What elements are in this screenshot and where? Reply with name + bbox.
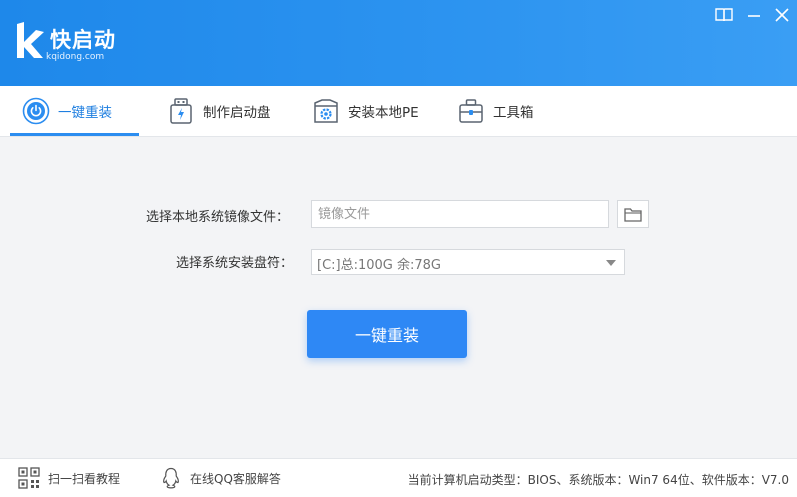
status-bar: 扫一扫看教程 在线QQ客服解答 当前计算机启动类型：BIOS、系统版本：Win7… (0, 458, 797, 497)
app-logo: 快启动 kqidong.com (14, 20, 124, 66)
tab-label: 工具箱 (493, 105, 534, 121)
install-drive-label: 选择系统安装盘符： (176, 256, 294, 271)
system-info-text: 当前计算机启动类型：BIOS、系统版本：Win7 64位、软件版本：V7.0 (407, 473, 789, 487)
tab-label: 制作启动盘 (203, 105, 271, 121)
logo-text: 快启动 (50, 28, 116, 52)
title-bar: 快启动 kqidong.com (0, 0, 797, 86)
image-file-input[interactable] (311, 200, 609, 228)
qq-penguin-icon (160, 467, 182, 489)
book-icon (715, 8, 733, 22)
scan-tutorial-label: 扫一扫看教程 (48, 471, 121, 486)
tab-toolbox[interactable]: 工具箱 (457, 86, 534, 136)
dropdown-arrow-icon (606, 260, 616, 266)
image-file-label: 选择本地系统镜像文件： (146, 210, 290, 225)
qq-support-link[interactable]: 在线QQ客服解答 (160, 459, 281, 497)
logo-k-icon (17, 22, 44, 58)
install-drive-select[interactable]: [C:]总:100G 余:78G (311, 249, 625, 275)
browse-folder-button[interactable] (617, 200, 649, 228)
scan-tutorial-link[interactable]: 扫一扫看教程 (18, 459, 120, 497)
tab-label: 一键重装 (58, 105, 112, 121)
toolbox-icon (457, 97, 485, 125)
install-drive-value: [C:]总:100G 余:78G (317, 258, 441, 273)
close-icon (775, 8, 789, 22)
power-icon (22, 97, 50, 125)
book-button[interactable] (713, 4, 735, 26)
minimize-icon (748, 15, 760, 17)
active-tab-indicator (10, 133, 139, 136)
close-button[interactable] (771, 4, 793, 26)
tab-bar: 一键重装 制作启动盘 安装本地PE 工具箱 (0, 86, 797, 137)
tab-one-click-reinstall[interactable]: 一键重装 (22, 86, 112, 136)
tab-install-local-pe[interactable]: 安装本地PE (312, 86, 419, 136)
qq-support-label: 在线QQ客服解答 (190, 471, 281, 486)
box-gear-icon (312, 97, 340, 125)
one-click-reinstall-button[interactable]: 一键重装 (307, 310, 467, 358)
usb-drive-icon (167, 97, 195, 125)
tab-make-boot-disk[interactable]: 制作启动盘 (167, 86, 271, 136)
minimize-button[interactable] (743, 4, 765, 26)
logo-domain: kqidong.com (46, 52, 105, 62)
qr-code-icon (18, 467, 40, 489)
tab-label: 安装本地PE (348, 105, 419, 121)
folder-icon (624, 207, 642, 222)
